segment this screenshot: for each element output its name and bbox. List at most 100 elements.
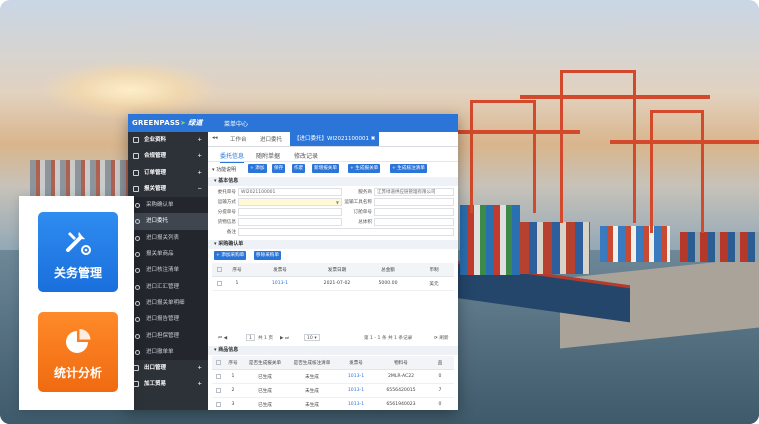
form-row: 委托单号 WI2021100001 服务商 江苏绿道供应链管理有限公司 [208, 188, 458, 197]
first-page-icon[interactable]: ⏮ ◀ [218, 335, 227, 341]
form-row: 分提单号 订舱单号 [208, 208, 458, 217]
detail-subtabs: 委托信息 随附单据 修改记录 [208, 147, 458, 163]
remove-purchase-button[interactable]: 移除采购单 [254, 251, 281, 260]
logo-arrow-icon: ➤ [180, 119, 187, 127]
select-all-checkbox[interactable] [215, 359, 221, 365]
top-bar: GREENPASS➤ 绿道 菜单中心 [128, 114, 458, 132]
goods-info-header[interactable]: ▾ 商品信息 [208, 346, 458, 355]
table-row[interactable]: 1 1013-1 2021-07-02 5000.00 美元 [212, 276, 454, 291]
bullet-icon [135, 284, 140, 290]
chevron-down-icon: ▼ [335, 200, 339, 205]
tile-label: 关务管理 [53, 266, 102, 280]
expand-icon: + [197, 365, 202, 372]
basic-info-header[interactable]: ▾ 基本信息 [208, 177, 458, 186]
remarks-field[interactable] [238, 228, 454, 236]
container-stack [680, 232, 759, 262]
sidebar-item-import-declaration-detail[interactable]: 进口报关单明细 [128, 294, 208, 312]
invoice-link[interactable]: 1013-1 [336, 369, 376, 384]
container-stack [460, 205, 520, 275]
table-row[interactable]: 1 已生成 未生成 1013-1 2MLR-AC22 0 [212, 369, 454, 384]
page-size-select[interactable]: 10 ▾ [304, 334, 320, 341]
sidebar-item-import-entrust[interactable]: 进口委托 [128, 213, 208, 230]
menu-center-link[interactable]: 菜单中心 [224, 119, 248, 128]
tab-workbench[interactable]: 工作台 [230, 135, 247, 143]
page-number-input[interactable]: 1 [246, 334, 255, 341]
table-row[interactable]: 2 已生成 未生成 1013-1 6556420015 7 [212, 383, 454, 398]
tab-entrust-detail[interactable]: 【进口委托】WI2021100001 ✖ [290, 132, 380, 146]
sidebar-item-purchase-confirm[interactable]: 采购确认单 [128, 197, 208, 214]
select-all-checkbox[interactable] [216, 266, 222, 272]
bullet-icon [135, 349, 140, 355]
expand-icon: + [197, 153, 202, 160]
vessel-name-field[interactable] [374, 198, 454, 206]
expand-icon: + [197, 137, 202, 143]
goods-table: 序号 是否生成报关单 是否生成核注清单 发票号 物料号 品 1 已生成 未生成 … [212, 356, 454, 410]
sidebar-group-export[interactable]: 出口管理 + [128, 360, 208, 376]
main-content: 委托信息 随附单据 修改记录 ▾ 功能说明 + 添加 保存 作废 新增报关单 +… [208, 147, 458, 410]
customs-management-tile[interactable]: 关务管理 [38, 212, 118, 292]
statistics-analysis-tile[interactable]: 统计分析 [38, 312, 118, 392]
purchase-confirm-header[interactable]: ▾ 采购确认单 [208, 240, 458, 249]
void-button[interactable]: 作废 [292, 164, 306, 173]
row-checkbox[interactable] [215, 373, 221, 379]
sidebar-item-import-checklist[interactable]: 进口核注清单 [128, 262, 208, 279]
generate-declaration-button[interactable]: + 生成报关单 [348, 164, 381, 173]
bullet-icon [135, 219, 140, 225]
sidebar-group-company[interactable]: 企业资料 + [128, 132, 208, 148]
purchase-toolbar: + 添加采购单 移除采购单 [208, 250, 458, 262]
transport-mode-select[interactable]: ▼ [238, 198, 342, 206]
sidebar: 企业资料 + 合规管理 + 订单管理 + 报关管理 − 采购确认单 进口委托 进口报关列… [128, 132, 208, 410]
service-provider-field[interactable]: 江苏绿道供应链管理有限公司 [374, 188, 454, 196]
invoice-link[interactable]: 1013-1 [336, 397, 376, 410]
gantry-crane [470, 100, 536, 213]
subtab-change-log[interactable]: 修改记录 [294, 151, 318, 160]
sidebar-item-import-report[interactable]: 进口报告管理 [128, 311, 208, 328]
crane-boom [440, 130, 580, 134]
sidebar-group-orders[interactable]: 订单管理 + [128, 165, 208, 181]
cargo-info-field[interactable] [238, 218, 342, 226]
sidebar-item-import-declaration-list[interactable]: 进口报关列表 [128, 229, 208, 247]
total-volume-field[interactable] [374, 218, 454, 226]
brand-logo[interactable]: GREENPASS➤ 绿道 [132, 118, 203, 128]
invoice-link[interactable]: 1013-1 [248, 276, 312, 291]
add-purchase-button[interactable]: + 添加采购单 [214, 251, 247, 260]
tab-import-entrust[interactable]: 进口委托 [260, 135, 282, 143]
booking-no-field[interactable] [374, 208, 454, 216]
save-button[interactable]: 保存 [272, 164, 286, 173]
sub-bill-no-field[interactable] [238, 208, 342, 216]
feature-card: 关务管理 统计分析 [19, 196, 134, 410]
container-stack [520, 222, 590, 274]
add-button[interactable]: + 添加 [248, 164, 267, 173]
refresh-button[interactable]: ⟳ 刷新 [434, 335, 449, 341]
page-tabs: ◂◂ 工作台 进口委托 【进口委托】WI2021100001 ✖ [208, 132, 458, 147]
sidebar-item-import-remittance[interactable]: 进口汇汇管理 [128, 278, 208, 295]
subtab-entrust-info[interactable]: 委托信息 [220, 151, 245, 163]
folder-icon [133, 153, 139, 160]
generate-checklist-button[interactable]: + 生成核注清单 [390, 164, 427, 173]
form-row: 备注 [208, 228, 458, 237]
sidebar-item-import-withdraw[interactable]: 进口撤单单 [128, 343, 208, 361]
gantry-crane [650, 110, 704, 233]
feature-help[interactable]: ▾ 功能说明 [212, 166, 236, 173]
sidebar-group-customs[interactable]: 报关管理 − [128, 181, 208, 197]
subtab-attachments[interactable]: 随附单据 [256, 151, 280, 160]
sidebar-group-processing-trade[interactable]: 加工贸易 + [128, 376, 208, 392]
bullet-icon [135, 268, 140, 274]
invoice-link[interactable]: 1013-1 [336, 383, 376, 398]
sidebar-item-import-guarantee[interactable]: 进口担保管理 [128, 327, 208, 344]
sidebar-item-declaration-goods[interactable]: 报关单商品 [128, 246, 208, 263]
row-checkbox[interactable] [215, 387, 221, 393]
entrust-no-field[interactable]: WI2021100001 [238, 188, 342, 196]
collapse-icon: − [197, 185, 202, 192]
next-page-icon[interactable]: ▶ ⏭ [280, 335, 289, 341]
row-checkbox[interactable] [216, 280, 222, 286]
bullet-icon [135, 235, 140, 241]
row-checkbox[interactable] [215, 401, 221, 407]
tabs-scroll-left-icon[interactable]: ◂◂ [212, 135, 218, 141]
new-declaration-button[interactable]: 新增报关单 [312, 164, 339, 173]
table-row[interactable]: 3 已生成 未生成 1013-1 6561940023 0 [212, 397, 454, 410]
bullet-icon [135, 333, 140, 339]
bullet-icon [135, 300, 140, 306]
sidebar-group-compliance[interactable]: 合规管理 + [128, 148, 208, 164]
folder-icon [133, 185, 139, 192]
